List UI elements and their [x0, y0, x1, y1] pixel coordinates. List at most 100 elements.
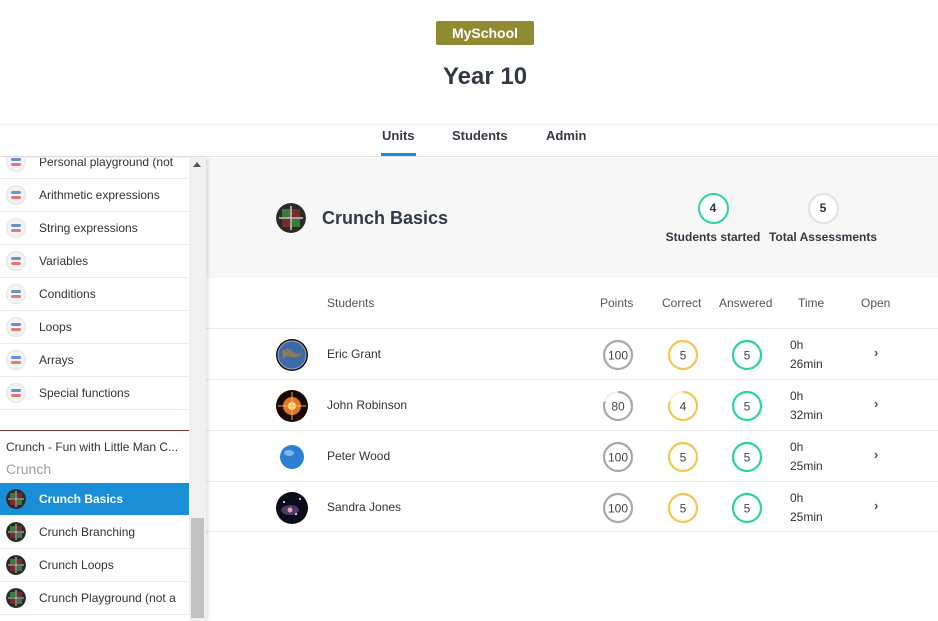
sidebar-item[interactable]: Special functions [0, 377, 189, 410]
sidebar-item[interactable]: Arithmetic expressions [0, 179, 189, 212]
time-minutes: 26min [790, 357, 823, 371]
sidebar-item[interactable]: String expressions [0, 212, 189, 245]
time-hours: 0h [790, 338, 804, 352]
sidebar-course-item[interactable]: Crunch Branching [0, 516, 189, 549]
correct-ring: 4 [667, 390, 699, 422]
time-minutes: 25min [790, 459, 823, 473]
crunch-unit-icon [6, 588, 26, 608]
time-spent: 0h 32min [790, 387, 823, 425]
total-assessments-label: Total Assessments [768, 230, 878, 244]
brand-badge[interactable]: MySchool [436, 21, 534, 45]
tab-bar: Units Students Admin [0, 125, 938, 157]
points-ring: 100 [602, 492, 634, 524]
sidebar-item-label: Personal playground (not [39, 158, 174, 169]
python-unit-icon [6, 158, 26, 172]
chevron-right-icon[interactable]: › [874, 345, 878, 360]
sidebar-item-label: Conditions [39, 287, 96, 301]
sidebar-item-label: Special functions [39, 386, 130, 400]
earth-avatar-icon [276, 339, 308, 371]
correct-ring: 5 [667, 339, 699, 371]
sidebar-item-label: Loops [39, 320, 72, 334]
sidebar-scrollbar[interactable] [189, 158, 206, 621]
tab-units[interactable]: Units [381, 128, 415, 156]
answered-ring: 5 [731, 441, 763, 473]
crunch-unit-icon [6, 489, 26, 509]
student-name[interactable]: Eric Grant [327, 347, 381, 361]
tab-students[interactable]: Students [452, 128, 508, 143]
time-hours: 0h [790, 491, 804, 505]
sidebar-item-label: Crunch Branching [39, 525, 136, 539]
answered-ring-value: 5 [744, 349, 751, 363]
answered-ring: 5 [731, 339, 763, 371]
time-hours: 0h [790, 389, 804, 403]
table-row[interactable]: John Robinson 80 4 5 0h 32min › [206, 379, 938, 430]
points-ring: 80 [602, 390, 634, 422]
sidebar-course-item[interactable]: Crunch Playground (not a [0, 582, 189, 615]
sun-avatar-icon [276, 390, 308, 422]
galaxy-avatar-icon [276, 492, 308, 524]
sidebar-item[interactable]: Arrays [0, 344, 189, 377]
time-minutes: 25min [790, 510, 823, 524]
points-ring-value: 100 [608, 451, 628, 465]
students-started-label: Students started [665, 230, 761, 244]
sidebar-item[interactable]: Conditions [0, 278, 189, 311]
points-ring: 100 [602, 441, 634, 473]
tab-admin[interactable]: Admin [546, 128, 586, 143]
python-unit-icon [6, 383, 26, 403]
time-spent: 0h 25min [790, 438, 823, 476]
points-ring-value: 100 [608, 349, 628, 363]
students-started-stat: 4 Students started [661, 193, 765, 244]
student-name[interactable]: John Robinson [327, 398, 407, 412]
chevron-right-icon[interactable]: › [874, 396, 878, 411]
correct-ring-value: 5 [680, 451, 687, 465]
scroll-thumb[interactable] [191, 518, 204, 618]
student-name[interactable]: Peter Wood [327, 449, 390, 463]
header-students: Students [327, 296, 375, 310]
answered-ring: 5 [731, 492, 763, 524]
python-unit-icon [6, 218, 26, 238]
answered-ring-value: 5 [744, 451, 751, 465]
sidebar-item[interactable]: Loops [0, 311, 189, 344]
students-started-count: 4 [697, 193, 729, 224]
table-row[interactable]: Peter Wood 100 5 5 0h 25min › [206, 430, 938, 481]
python-unit-icon [6, 251, 26, 271]
points-ring-value: 100 [608, 502, 628, 516]
header-answered: Answered [719, 296, 773, 310]
time-spent: 0h 26min [790, 336, 823, 374]
unit-title: Crunch Basics [322, 208, 449, 228]
table-row[interactable]: Sandra Jones 100 5 5 0h 25min › [206, 481, 938, 532]
chevron-right-icon[interactable]: › [874, 498, 878, 513]
page-title: Year 10 [442, 63, 528, 90]
planet-avatar-icon [276, 441, 308, 473]
sidebar-course-item[interactable]: Crunch Loops [0, 549, 189, 582]
correct-ring-value: 5 [680, 502, 687, 516]
student-name[interactable]: Sandra Jones [327, 500, 401, 514]
python-unit-icon [6, 284, 26, 304]
total-assessments-count: 5 [807, 193, 839, 224]
header-open: Open [861, 296, 891, 310]
crunch-unit-icon [6, 522, 26, 542]
python-unit-icon [6, 350, 26, 370]
sidebar-item-label: Arithmetic expressions [39, 188, 160, 202]
sidebar-course-item[interactable]: Crunch Basics [0, 483, 189, 516]
time-spent: 0h 25min [790, 489, 823, 527]
header-correct: Correct [662, 296, 702, 310]
correct-ring-value: 4 [680, 400, 687, 414]
time-hours: 0h [790, 440, 804, 454]
correct-ring: 5 [667, 492, 699, 524]
correct-ring-value: 5 [680, 349, 687, 363]
course-subtitle: Crunch [6, 461, 52, 477]
sidebar-item-label: Crunch Basics [39, 492, 124, 506]
scroll-up-arrow-icon[interactable] [193, 162, 201, 167]
course-divider [0, 430, 189, 431]
course-title[interactable]: Crunch - Fun with Little Man C... [6, 440, 178, 454]
answered-ring-value: 5 [744, 502, 751, 516]
chevron-right-icon[interactable]: › [874, 447, 878, 462]
sidebar-item-label: Crunch Loops [39, 558, 114, 572]
sidebar-item[interactable]: Variables [0, 245, 189, 278]
header-points: Points [600, 296, 634, 310]
table-row[interactable]: Eric Grant 100 5 5 0h 26min › [206, 328, 938, 379]
sidebar-item-label: Arrays [39, 353, 74, 367]
sidebar-item-label: Variables [39, 254, 89, 268]
sidebar-item[interactable]: Personal playground (not [0, 158, 189, 179]
